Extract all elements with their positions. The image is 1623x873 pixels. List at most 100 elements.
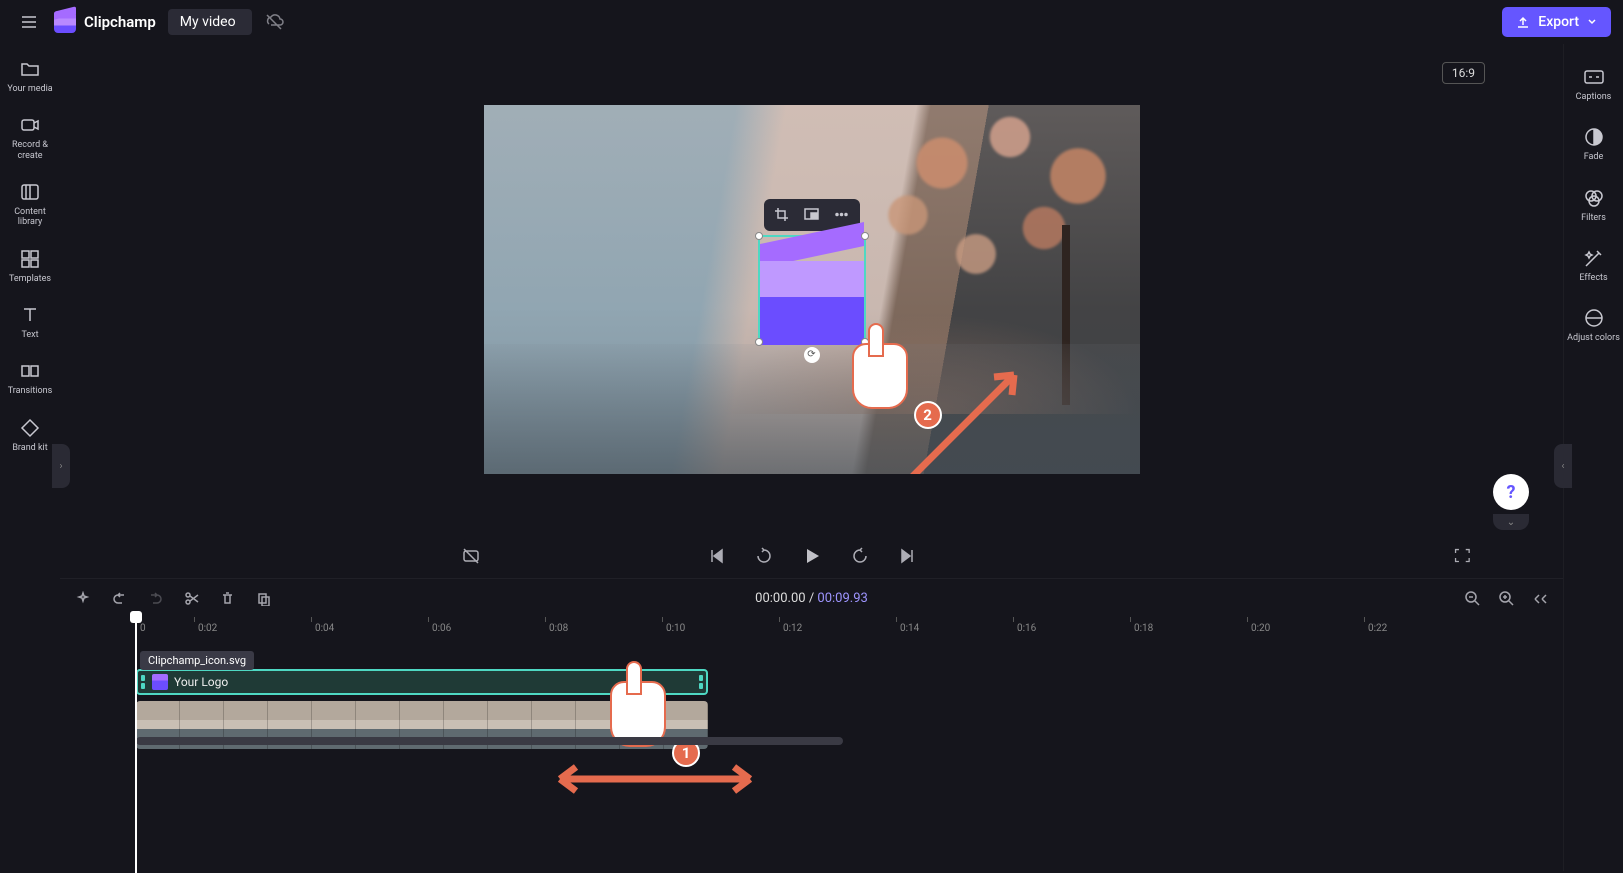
- timeline-scrollbar[interactable]: [136, 737, 1549, 745]
- zoom-in-button[interactable]: [1495, 587, 1517, 609]
- zoom-out-icon: [1465, 591, 1480, 606]
- timeline-ruler[interactable]: 0 0:02 0:04 0:06 0:08 0:10 0:12 0:14 0:1…: [60, 617, 1563, 641]
- current-time: 00:00.00: [755, 591, 805, 606]
- pip-button[interactable]: [798, 203, 826, 227]
- closed-captions-toggle[interactable]: [458, 543, 484, 569]
- sidebar-text[interactable]: Text: [2, 298, 58, 348]
- video-canvas[interactable]: ⟳ 2: [484, 105, 1140, 474]
- menu-button[interactable]: [12, 5, 46, 39]
- zoom-in-icon: [1499, 591, 1514, 606]
- folder-icon: [19, 58, 41, 80]
- delete-button[interactable]: [216, 587, 238, 609]
- skip-start-button[interactable]: [703, 543, 729, 569]
- panel-captions[interactable]: Captions: [1566, 60, 1622, 110]
- selected-overlay-asset[interactable]: ⟳: [758, 235, 866, 343]
- more-horizontal-icon: [834, 207, 849, 222]
- annotation-arrow-diagonal: [884, 365, 1034, 474]
- copy-icon: [256, 591, 271, 606]
- zoom-out-button[interactable]: [1461, 587, 1483, 609]
- rotate-handle[interactable]: ⟳: [804, 347, 820, 363]
- crop-button[interactable]: [768, 203, 796, 227]
- resize-handle-br[interactable]: [861, 338, 869, 346]
- undo-icon: [112, 591, 127, 606]
- sidebar-record-create[interactable]: Record & create: [2, 108, 58, 169]
- clip-trim-handle-right[interactable]: [699, 675, 703, 689]
- resize-handle-bl[interactable]: [755, 338, 763, 346]
- play-button[interactable]: [799, 543, 825, 569]
- project-title-input[interactable]: [168, 9, 252, 35]
- panel-filters[interactable]: Filters: [1566, 181, 1622, 231]
- sidebar-content-library[interactable]: Content library: [2, 175, 58, 236]
- split-button[interactable]: [180, 587, 202, 609]
- camera-icon: [19, 114, 41, 136]
- captions-icon: [1583, 66, 1605, 88]
- clipchamp-logo-icon: [54, 11, 76, 33]
- timecode-display: 00:00.00 / 00:09.93: [755, 591, 868, 606]
- picture-in-picture-icon: [804, 207, 819, 222]
- timeline-section: 00:00.00 / 00:09.93 0 0:02 0:04 0:06 0:0…: [60, 578, 1563, 749]
- fade-icon: [1583, 126, 1605, 148]
- panel-effects[interactable]: Effects: [1566, 241, 1622, 291]
- help-button[interactable]: ?: [1493, 474, 1529, 510]
- logo-clip[interactable]: Your Logo: [136, 669, 708, 695]
- brand-kit-icon: [19, 417, 41, 439]
- app-logo-group[interactable]: Clipchamp: [54, 11, 156, 33]
- playhead[interactable]: [135, 613, 137, 873]
- crop-icon: [774, 207, 789, 222]
- export-button[interactable]: Export: [1502, 7, 1611, 37]
- text-icon: [19, 304, 41, 326]
- fit-icon: [1533, 591, 1548, 606]
- app-header: Clipchamp Export: [0, 0, 1623, 44]
- sidebar-transitions[interactable]: Transitions: [2, 354, 58, 404]
- magic-tool-button[interactable]: [72, 587, 94, 609]
- redo-button[interactable]: [144, 587, 166, 609]
- clip-filename-tooltip: Clipchamp_icon.svg: [140, 651, 254, 670]
- upload-icon: [1516, 15, 1530, 29]
- collapse-preview-tab[interactable]: ⌄: [1493, 514, 1529, 530]
- sidebar-brand-kit[interactable]: Brand kit: [2, 411, 58, 461]
- redo-icon: [148, 591, 163, 606]
- forward-button[interactable]: [847, 543, 873, 569]
- panel-fade[interactable]: Fade: [1566, 120, 1622, 170]
- more-options-button[interactable]: [828, 203, 856, 227]
- sidebar-templates[interactable]: Templates: [2, 242, 58, 292]
- fullscreen-button[interactable]: [1449, 543, 1475, 569]
- right-sidebar-expand[interactable]: ‹: [1554, 444, 1572, 488]
- duplicate-button[interactable]: [252, 587, 274, 609]
- timeline-toolbar: 00:00.00 / 00:09.93: [60, 579, 1563, 617]
- zoom-fit-button[interactable]: [1529, 587, 1551, 609]
- cc-off-icon: [462, 547, 480, 565]
- editor-center: 16:9: [60, 44, 1563, 871]
- fullscreen-icon: [1453, 547, 1471, 565]
- trash-icon: [220, 591, 235, 606]
- sidebar-your-media[interactable]: Your media: [2, 52, 58, 102]
- rewind-button[interactable]: [751, 543, 777, 569]
- clip-label: Your Logo: [174, 675, 228, 689]
- cloud-off-icon[interactable]: [264, 12, 284, 32]
- templates-icon: [19, 248, 41, 270]
- playback-controls: [60, 534, 1563, 578]
- total-duration: 00:09.93: [817, 591, 867, 606]
- undo-button[interactable]: [108, 587, 130, 609]
- clip-trim-handle-left[interactable]: [141, 675, 145, 689]
- skip-back-icon: [707, 547, 725, 565]
- library-icon: [19, 181, 41, 203]
- transitions-icon: [19, 360, 41, 382]
- annotation-arrow-horizontal: [550, 759, 760, 799]
- left-sidebar: Your media Record & create Content libra…: [0, 44, 60, 871]
- resize-handle-tr[interactable]: [861, 232, 869, 240]
- hamburger-icon: [19, 12, 39, 32]
- resize-handle-tl[interactable]: [755, 232, 763, 240]
- app-name: Clipchamp: [84, 13, 156, 31]
- sparkle-icon: [76, 591, 91, 606]
- timeline-tracks: Clipchamp_icon.svg Your Logo: [60, 641, 1563, 749]
- skip-end-button[interactable]: [895, 543, 921, 569]
- filters-icon: [1583, 187, 1605, 209]
- panel-adjust-colors[interactable]: Adjust colors: [1566, 301, 1622, 351]
- clip-thumbnail-icon: [152, 674, 168, 690]
- export-label: Export: [1538, 14, 1579, 30]
- adjust-colors-icon: [1583, 307, 1605, 329]
- chevron-down-icon: [1587, 17, 1597, 27]
- preview-area: ⟳ 2: [60, 44, 1563, 534]
- overlay-track[interactable]: Your Logo: [136, 669, 1563, 695]
